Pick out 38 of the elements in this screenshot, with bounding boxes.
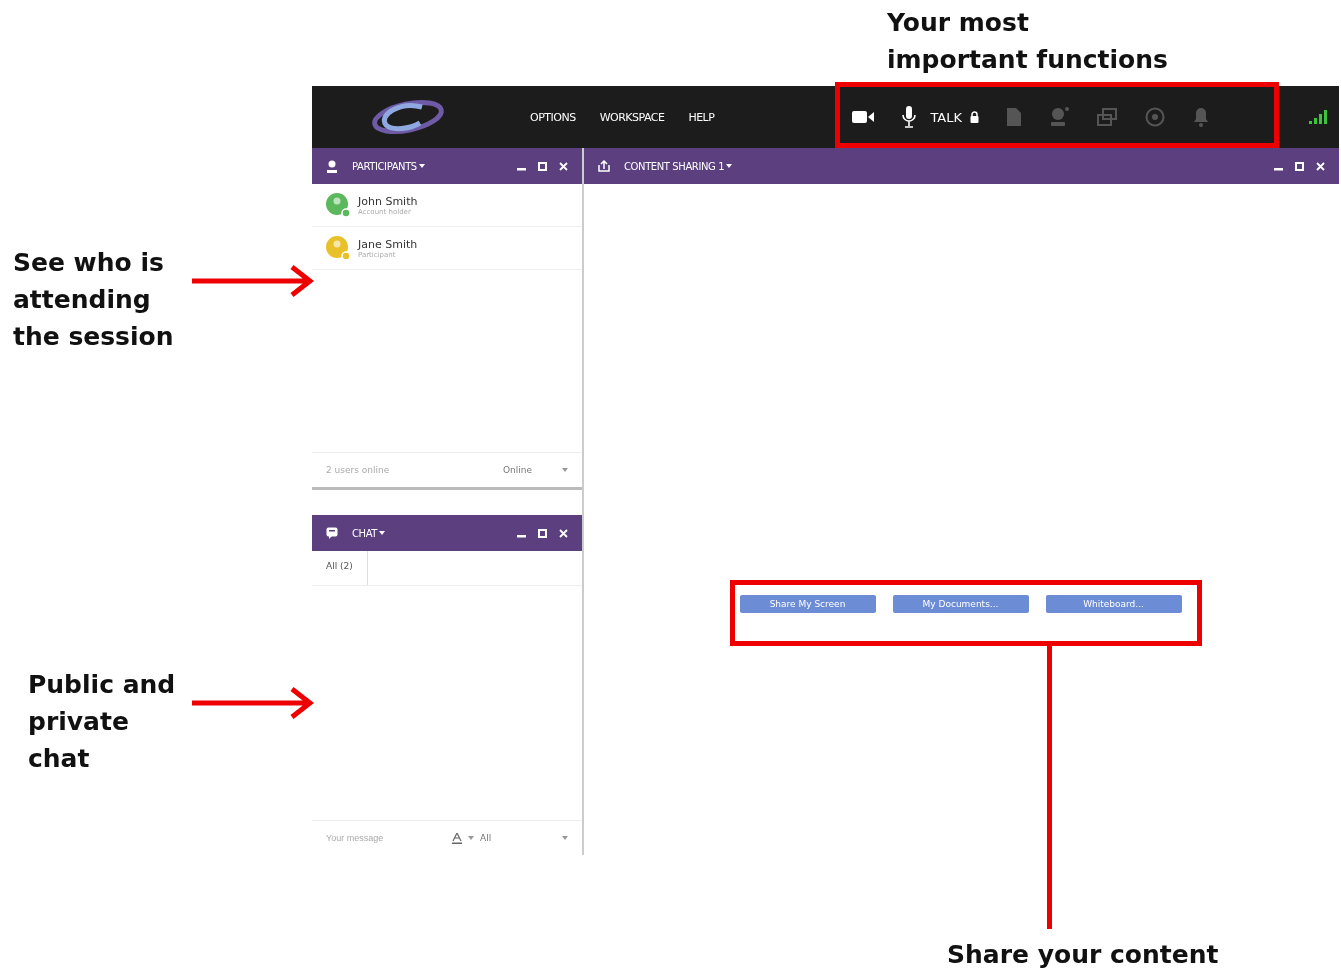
status-dropdown[interactable]: Online [502, 465, 532, 475]
panel-title[interactable]: CONTENT SHARING 1 [624, 160, 725, 172]
signal-icon [1309, 110, 1327, 124]
menu-item[interactable]: OPTIONS [530, 110, 576, 124]
caret-icon [418, 164, 425, 168]
callout-text: Public and private chat [28, 669, 177, 775]
users-online-text: 2 users online [326, 465, 390, 475]
swirl-logo-icon [370, 97, 446, 137]
caret-icon [562, 836, 568, 840]
video-camera-icon[interactable] [852, 110, 875, 124]
participant-name: Jane Smith [358, 237, 418, 251]
panel-title[interactable]: PARTICIPANTS [352, 160, 417, 172]
menu-item[interactable]: HELP [688, 110, 715, 124]
caret-icon [379, 531, 386, 535]
share-icon [598, 160, 610, 172]
maximize-icon[interactable] [538, 528, 547, 538]
recipient-dropdown[interactable]: All [480, 833, 492, 843]
caret-icon [562, 468, 568, 472]
close-icon[interactable] [559, 528, 568, 538]
callout-text: See who is attending the session [13, 247, 175, 353]
panel-title[interactable]: CHAT [352, 527, 378, 539]
close-icon[interactable] [559, 161, 568, 171]
participant-name: John Smith [358, 194, 418, 208]
microphone-icon[interactable] [902, 106, 917, 128]
chat-bubble-icon [326, 527, 338, 539]
callout-text: Share your content [947, 939, 1219, 971]
message-field[interactable]: Your message [326, 833, 446, 843]
menu-item[interactable]: WORKSPACE [599, 110, 665, 124]
lock-icon [969, 111, 979, 123]
caret-icon [726, 164, 733, 168]
font-color-icon[interactable] [452, 832, 462, 844]
caret-icon [468, 836, 474, 840]
maximize-icon[interactable] [1295, 161, 1304, 171]
callout-text: Your most important functions [887, 7, 1169, 76]
maximize-icon[interactable] [538, 161, 547, 171]
talk-button[interactable]: TALK [930, 109, 962, 125]
close-icon[interactable] [1316, 161, 1325, 171]
person-icon [326, 159, 338, 173]
